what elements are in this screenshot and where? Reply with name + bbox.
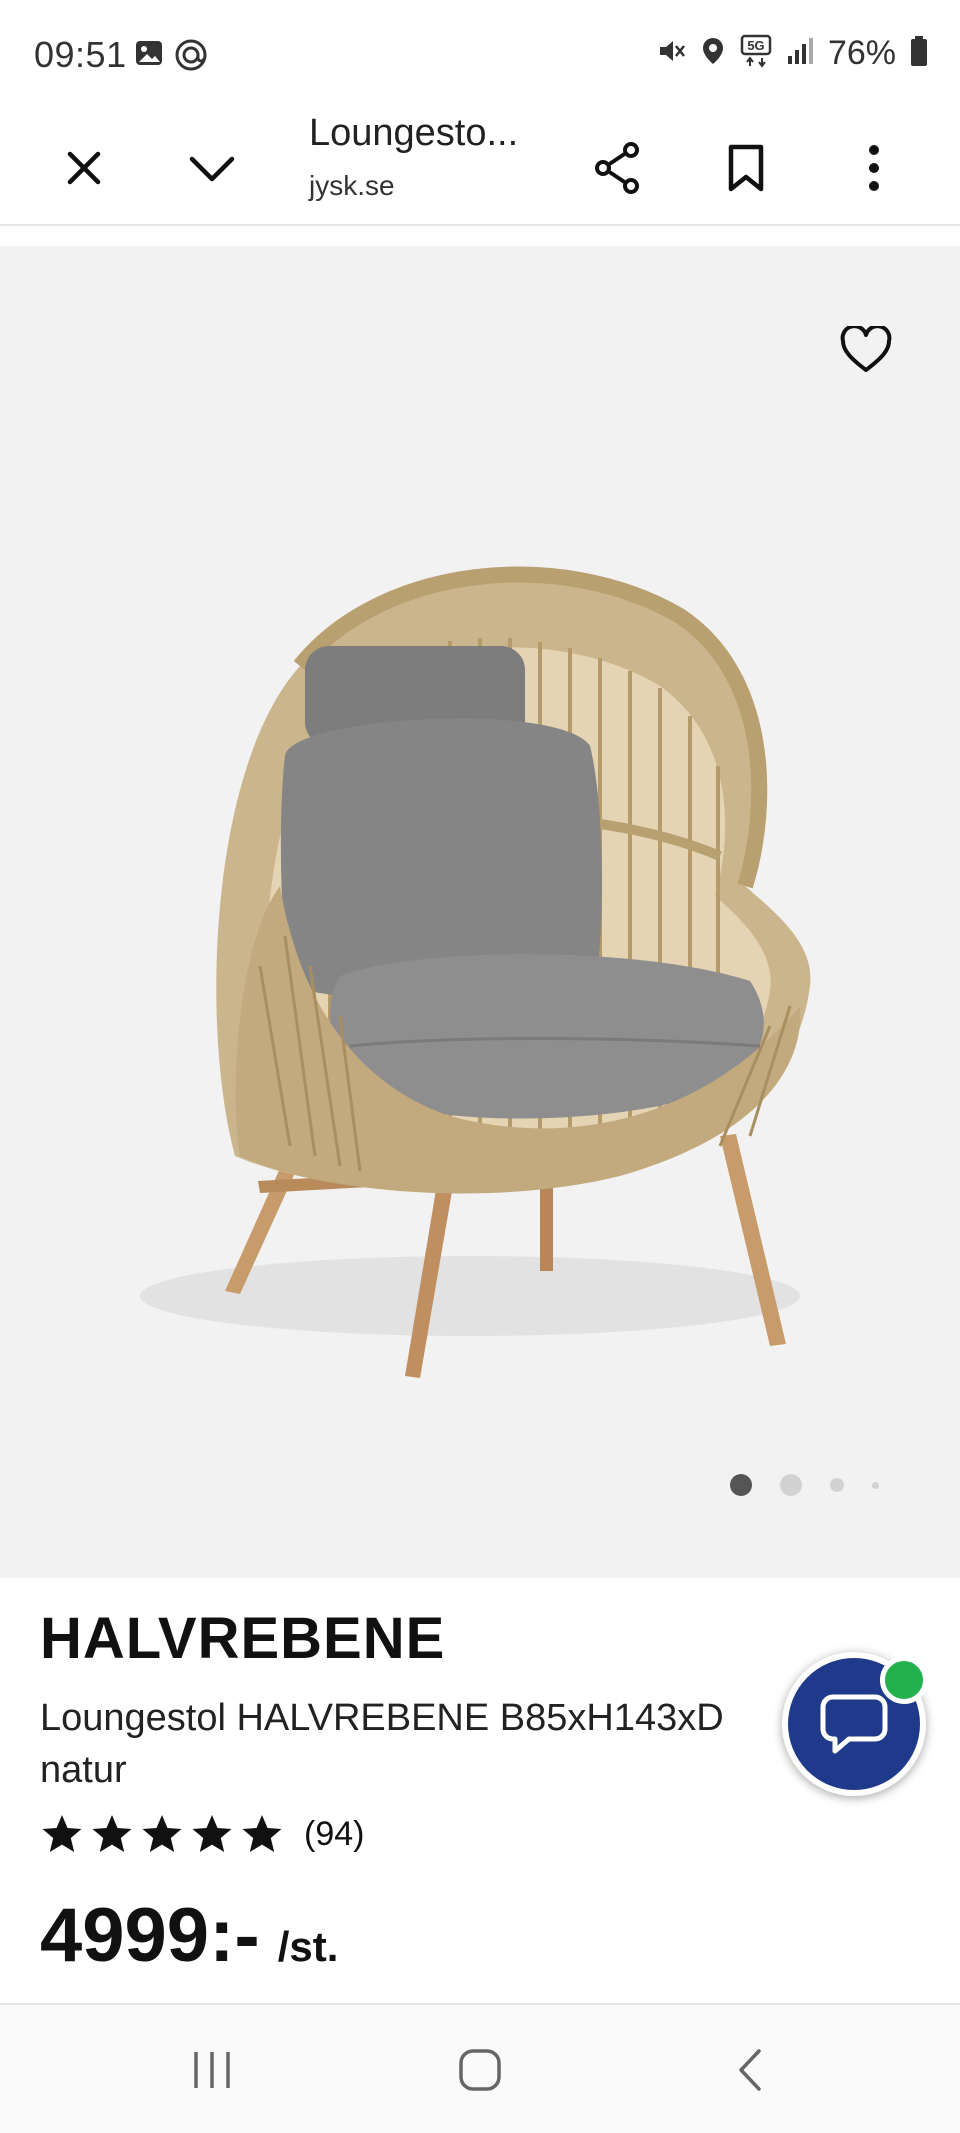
star-icon: [42, 1815, 82, 1852]
gallery-pagination: [730, 1474, 879, 1496]
home-icon[interactable]: [420, 2025, 540, 2115]
status-right-icons: 5G 76%: [656, 34, 928, 73]
recent-apps-icon[interactable]: [152, 2025, 272, 2115]
price-unit: /st.: [277, 1923, 339, 1970]
page-domain[interactable]: jysk.se: [309, 170, 395, 202]
signal-icon: [786, 36, 814, 71]
at-icon: [174, 38, 208, 77]
back-icon[interactable]: [690, 2025, 810, 2115]
close-icon[interactable]: [44, 128, 124, 208]
product-image[interactable]: [0, 246, 960, 1578]
rating-count[interactable]: (94): [304, 1815, 364, 1854]
product-rating[interactable]: (94): [40, 1812, 364, 1856]
location-icon: [700, 36, 726, 71]
product-description: Loungestol HALVREBENE B85xH143xD natur: [40, 1697, 724, 1791]
online-status-badge: [880, 1656, 928, 1704]
chat-bubble-icon: [820, 1694, 888, 1754]
product-price: 4999:-: [40, 1893, 260, 1978]
more-icon[interactable]: [834, 128, 914, 208]
page-title[interactable]: Loungesto...: [309, 112, 539, 155]
svg-text:5G: 5G: [747, 38, 764, 53]
bookmark-icon[interactable]: [706, 128, 786, 208]
favorite-heart-icon[interactable]: [840, 324, 892, 374]
mute-icon: [656, 36, 686, 71]
gallery-dot[interactable]: [872, 1481, 879, 1489]
gallery-dot-active[interactable]: [730, 1474, 752, 1496]
star-icon: [92, 1815, 132, 1852]
egg-chair-illustration: [140, 566, 811, 1378]
chevron-down-icon[interactable]: [172, 128, 252, 208]
browser-toolbar: jysk.se Loungesto...: [0, 108, 960, 226]
battery-icon: [910, 35, 928, 72]
share-icon[interactable]: [578, 128, 658, 208]
price-row: 4999:- /st.: [40, 1892, 338, 1979]
star-icon: [242, 1815, 282, 1852]
star-icon: [192, 1815, 232, 1852]
gallery-dot[interactable]: [780, 1474, 802, 1496]
5g-icon: 5G: [740, 34, 772, 73]
battery-percent: 76%: [827, 34, 896, 72]
product-brand: HALVREBENE: [40, 1606, 446, 1671]
status-left-icons: [134, 38, 208, 77]
star-icon: [142, 1815, 182, 1852]
gallery-dot[interactable]: [830, 1478, 844, 1492]
status-bar: 09:51 5G 76%: [0, 0, 960, 108]
system-nav-bar: [0, 2003, 960, 2133]
gallery-icon: [134, 38, 164, 77]
status-time: 09:51: [34, 34, 127, 75]
